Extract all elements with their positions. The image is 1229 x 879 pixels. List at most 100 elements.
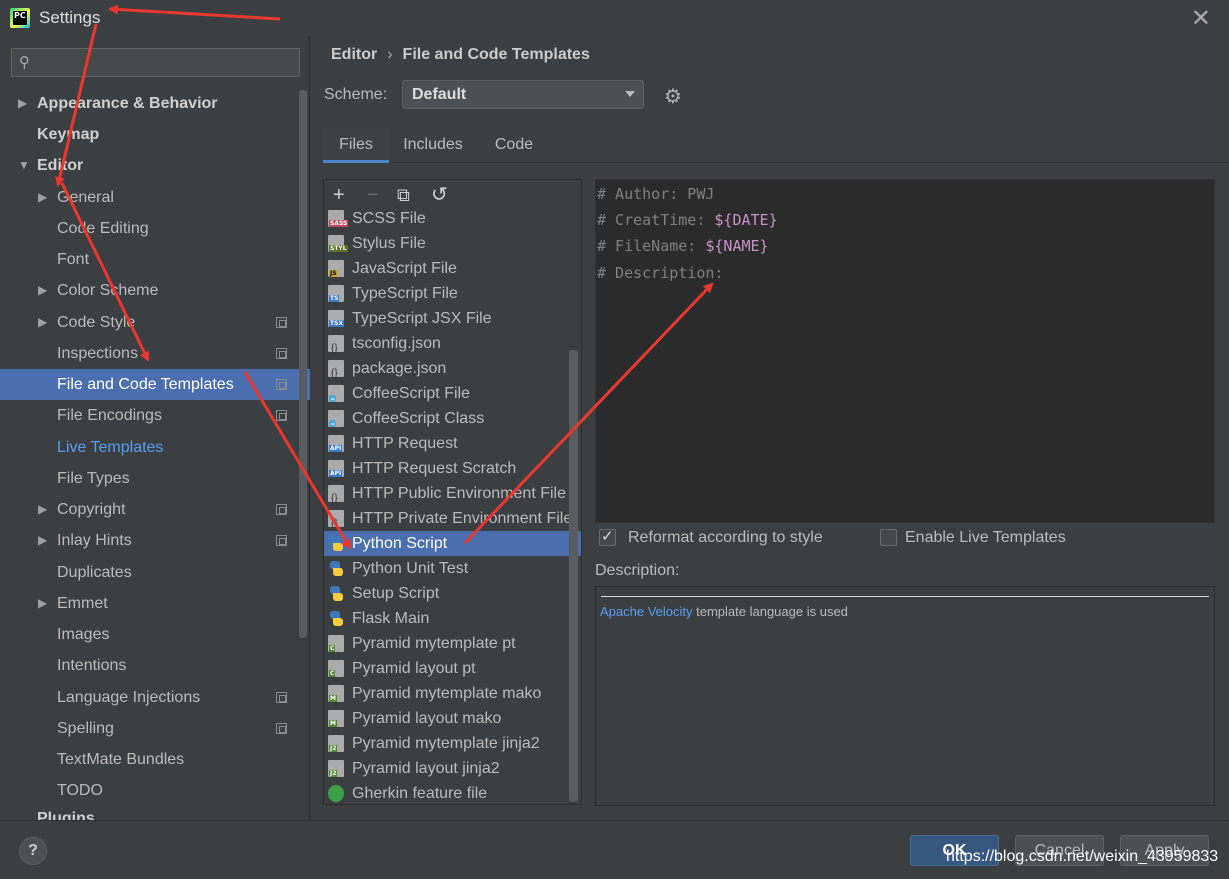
- list-item-label: CoffeeScript File: [352, 385, 470, 402]
- sidebar-item-inspections[interactable]: Inspections: [0, 338, 298, 369]
- list-item[interactable]: STYL Stylus File: [324, 231, 569, 256]
- sidebar-item-emmet[interactable]: ▶ Emmet: [0, 588, 298, 619]
- list-item[interactable]: package.json: [324, 356, 569, 386]
- breadcrumb-editor[interactable]: Editor: [331, 46, 377, 63]
- expand-arrow-icon[interactable]: ▶: [38, 494, 47, 525]
- sidebar-item-spelling[interactable]: Spelling: [0, 713, 298, 744]
- sidebar-item-file-encodings[interactable]: File Encodings: [0, 400, 298, 431]
- file-badge: JS: [329, 270, 338, 277]
- checkbox-unchecked-icon[interactable]: [880, 529, 897, 546]
- list-item[interactable]: TS TypeScript File: [324, 281, 569, 306]
- sidebar-item-textmate-bundles[interactable]: TextMate Bundles: [0, 744, 298, 775]
- list-item[interactable]: Setup Script: [324, 581, 569, 606]
- search-input[interactable]: [42, 52, 292, 74]
- sidebar-item-code-editing[interactable]: Code Editing: [0, 213, 298, 244]
- list-item[interactable]: HTTP Public Environment File: [324, 481, 569, 511]
- sidebar-item-label: Emmet: [57, 595, 108, 612]
- project-settings-icon: [276, 379, 287, 390]
- json-file-icon: [328, 360, 344, 386]
- checkbox-checked-icon[interactable]: [599, 527, 616, 546]
- list-item[interactable]: Python Unit Test: [324, 556, 569, 581]
- list-item[interactable]: Gherkin feature file: [324, 781, 569, 804]
- list-item-label: package.json: [352, 360, 447, 377]
- expand-arrow-icon[interactable]: ▶: [38, 525, 47, 556]
- template-list-scrollbar[interactable]: [569, 350, 578, 802]
- remove-icon[interactable]: −: [367, 183, 379, 207]
- sidebar-item-label: Duplicates: [57, 564, 132, 581]
- search-icon: ⚲: [19, 54, 30, 71]
- add-icon[interactable]: +: [333, 183, 345, 207]
- reformat-checkbox[interactable]: Reformat according to style: [599, 527, 859, 549]
- sidebar-scrollbar[interactable]: [299, 90, 307, 638]
- sidebar-item-font[interactable]: Font: [0, 244, 298, 275]
- sidebar-item-label: Editor: [37, 157, 84, 174]
- list-item[interactable]: API HTTP Request: [324, 431, 569, 456]
- list-item[interactable]: tsconfig.json: [324, 331, 569, 361]
- list-item[interactable]: M Pyramid mytemplate mako: [324, 681, 569, 706]
- sidebar-item-label: Inlay Hints: [57, 532, 132, 549]
- sidebar-item-general[interactable]: ▶ General: [0, 182, 298, 213]
- watermark-text: https://blog.csdn.net/weixin_43959833: [946, 848, 1219, 865]
- sidebar-item-duplicates[interactable]: Duplicates: [0, 557, 298, 588]
- sidebar-item-label: Live Templates: [57, 439, 164, 456]
- list-item[interactable]: JS JavaScript File: [324, 256, 569, 281]
- sidebar-item-keymap[interactable]: Keymap: [0, 119, 298, 150]
- tab-files[interactable]: Files: [323, 128, 389, 163]
- list-item[interactable]: C Pyramid layout pt: [324, 656, 569, 681]
- list-item[interactable]: Python Script: [324, 531, 581, 556]
- expand-arrow-icon[interactable]: ▶: [18, 88, 27, 119]
- list-item[interactable]: J2 Pyramid mytemplate jinja2: [324, 731, 569, 756]
- breadcrumb-page: File and Code Templates: [402, 46, 590, 63]
- sidebar-item-images[interactable]: Images: [0, 619, 298, 650]
- sidebar-item-language-injections[interactable]: Language Injections: [0, 682, 298, 713]
- sidebar-item-appearance[interactable]: ▶ Appearance & Behavior: [0, 88, 298, 119]
- list-item[interactable]: HTTP Private Environment File: [324, 506, 572, 536]
- reset-icon[interactable]: ↺: [431, 183, 448, 207]
- sidebar-item-label: Plugins: [37, 810, 95, 820]
- list-item[interactable]: M Pyramid layout mako: [324, 706, 569, 731]
- file-badge: API: [329, 445, 343, 452]
- list-item[interactable]: ☕ CoffeeScript Class: [324, 406, 569, 431]
- list-item-label: HTTP Request: [352, 435, 458, 452]
- expand-arrow-icon[interactable]: ▶: [38, 307, 47, 338]
- file-badge: ☕: [329, 420, 337, 427]
- gear-icon[interactable]: ⚙: [664, 84, 682, 109]
- expand-arrow-icon[interactable]: ▶: [38, 275, 47, 306]
- sidebar-item-inlay-hints[interactable]: ▶ Inlay Hints: [0, 525, 298, 556]
- sidebar-item-file-types[interactable]: File Types: [0, 463, 298, 494]
- template-editor[interactable]: # Author: PWJ # CreatTime: ${DATE} # Fil…: [595, 179, 1215, 523]
- scheme-dropdown[interactable]: Default: [402, 80, 644, 109]
- enable-live-templates-checkbox[interactable]: Enable Live Templates: [880, 529, 1100, 549]
- sidebar-item-copyright[interactable]: ▶ Copyright: [0, 494, 298, 525]
- collapse-arrow-icon[interactable]: ▼: [18, 150, 30, 181]
- sidebar-item-plugins[interactable]: Plugins: [0, 807, 298, 820]
- tab-code[interactable]: Code: [483, 128, 545, 163]
- sidebar-item-live-templates[interactable]: Live Templates: [0, 432, 298, 463]
- sidebar-item-label: Language Injections: [57, 689, 201, 706]
- apache-velocity-link[interactable]: Apache Velocity: [600, 604, 693, 619]
- expand-arrow-icon[interactable]: ▶: [38, 588, 47, 619]
- list-item[interactable]: Flask Main: [324, 606, 569, 631]
- list-item[interactable]: TSX TypeScript JSX File: [324, 306, 569, 331]
- list-item[interactable]: API HTTP Request Scratch: [324, 456, 569, 481]
- sidebar-item-todo[interactable]: TODO: [0, 775, 298, 806]
- copy-icon[interactable]: ⧉: [397, 183, 410, 207]
- list-item[interactable]: SASS SCSS File: [324, 206, 569, 231]
- sidebar-item-code-style[interactable]: ▶ Code Style: [0, 307, 298, 338]
- close-icon[interactable]: ✕: [1191, 4, 1211, 33]
- list-item[interactable]: C Pyramid mytemplate pt: [324, 631, 569, 656]
- settings-search[interactable]: ⚲: [11, 48, 300, 77]
- sidebar-item-file-and-code-templates[interactable]: File and Code Templates: [0, 369, 310, 400]
- file-badge: ☕: [329, 395, 337, 402]
- sidebar-item-intentions[interactable]: Intentions: [0, 650, 298, 681]
- list-item[interactable]: J2 Pyramid layout jinja2: [324, 756, 569, 781]
- sidebar-item-editor[interactable]: ▼ Editor: [0, 150, 298, 181]
- sidebar-item-label: General: [57, 189, 114, 206]
- expand-arrow-icon[interactable]: ▶: [38, 182, 47, 213]
- help-button[interactable]: ?: [19, 837, 47, 865]
- tab-includes[interactable]: Includes: [393, 128, 473, 163]
- list-item[interactable]: ☕ CoffeeScript File: [324, 381, 569, 406]
- sidebar-item-color-scheme[interactable]: ▶ Color Scheme: [0, 275, 298, 306]
- project-settings-icon: [276, 692, 287, 703]
- gherkin-file-icon: [328, 785, 344, 802]
